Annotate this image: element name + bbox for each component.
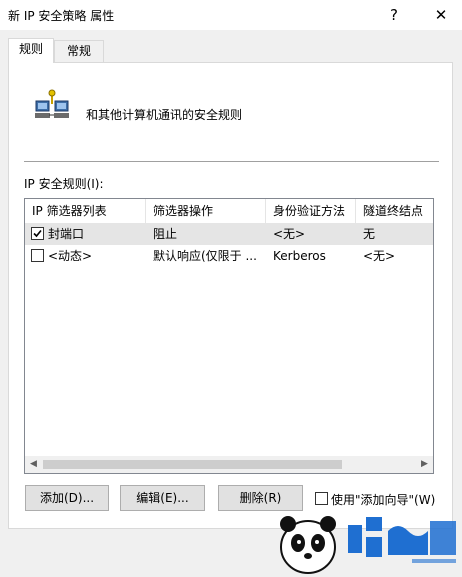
- add-button[interactable]: 添加(D)...: [25, 485, 109, 511]
- horizontal-scrollbar[interactable]: ◀ ▶: [25, 456, 433, 473]
- table-row[interactable]: 封端口 阻止 <无> 无: [25, 223, 433, 245]
- rules-list-label: IP 安全规则(I):: [24, 177, 104, 191]
- cell-filter-list: <动态>: [48, 249, 93, 263]
- table-row[interactable]: <动态> 默认响应(仅限于 ... Kerberos <无>: [25, 245, 433, 267]
- rules-list-header: IP 筛选器列表 筛选器操作 身份验证方法 隧道终结点: [25, 199, 433, 223]
- column-header-filter-list[interactable]: IP 筛选器列表: [25, 199, 146, 223]
- cell-tunnel-endpoint: 无: [363, 227, 376, 241]
- separator: [24, 161, 439, 163]
- cell-tunnel-endpoint: <无>: [363, 249, 396, 263]
- rules-tab-panel: 和其他计算机通讯的安全规则 IP 安全规则(I): IP 筛选器列表 筛选器操作…: [8, 62, 453, 529]
- tab-rules[interactable]: 规则: [8, 38, 54, 63]
- cell-filter-list: 封端口: [48, 227, 85, 241]
- cell-filter-action: 阻止: [153, 227, 178, 241]
- cell-filter-action: 默认响应(仅限于 ...: [153, 249, 257, 263]
- column-header-auth-method[interactable]: 身份验证方法: [266, 199, 356, 223]
- use-add-wizard-checkbox[interactable]: [315, 492, 328, 505]
- ipsec-policy-properties-dialog: 新 IP 安全策略 属性 ? ✕ 规则 常规 和其他计算机通讯的安全规则 IP …: [0, 0, 462, 577]
- window-title: 新 IP 安全策略 属性: [8, 9, 115, 23]
- column-header-tunnel-endpoint[interactable]: 隧道终结点: [356, 199, 433, 223]
- rules-description: 和其他计算机通讯的安全规则: [86, 108, 243, 122]
- cell-auth-method: Kerberos: [273, 249, 326, 263]
- use-add-wizard-label: 使用"添加向导"(W): [331, 493, 436, 507]
- edit-button[interactable]: 编辑(E)...: [120, 485, 205, 511]
- network-computers-icon: [35, 89, 69, 118]
- scroll-right-icon[interactable]: ▶: [416, 456, 433, 473]
- rules-list[interactable]: IP 筛选器列表 筛选器操作 身份验证方法 隧道终结点 封端口 阻止 <无> 无…: [24, 198, 434, 474]
- tab-general[interactable]: 常规: [54, 40, 104, 63]
- title-bar: 新 IP 安全策略 属性 ? ✕: [0, 0, 462, 30]
- scroll-left-icon[interactable]: ◀: [25, 456, 42, 473]
- xiaohei-watermark-logo: [280, 516, 456, 574]
- cell-auth-method: <无>: [273, 227, 306, 241]
- column-header-filter-action[interactable]: 筛选器操作: [146, 199, 266, 223]
- scrollbar-thumb[interactable]: [43, 460, 342, 469]
- help-button[interactable]: ?: [374, 0, 414, 30]
- close-button[interactable]: ✕: [421, 0, 461, 30]
